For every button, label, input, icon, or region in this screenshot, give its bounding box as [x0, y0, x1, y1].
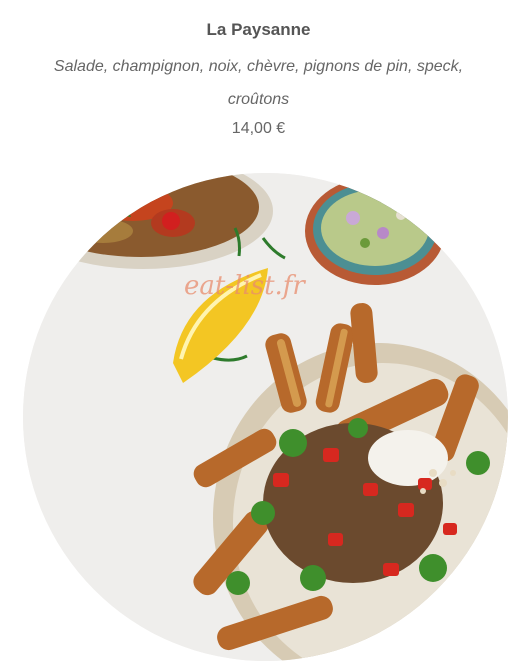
menu-page: La Paysanne Salade, champignon, noix, ch…: [0, 0, 517, 671]
dish-description: Salade, champignon, noix, chèvre, pignon…: [53, 58, 464, 108]
dish-price: 14,00 €: [231, 120, 286, 137]
dish-name: La Paysanne: [206, 20, 311, 39]
dish-photo: [23, 173, 508, 661]
dish-photo-illustration: [23, 173, 508, 661]
